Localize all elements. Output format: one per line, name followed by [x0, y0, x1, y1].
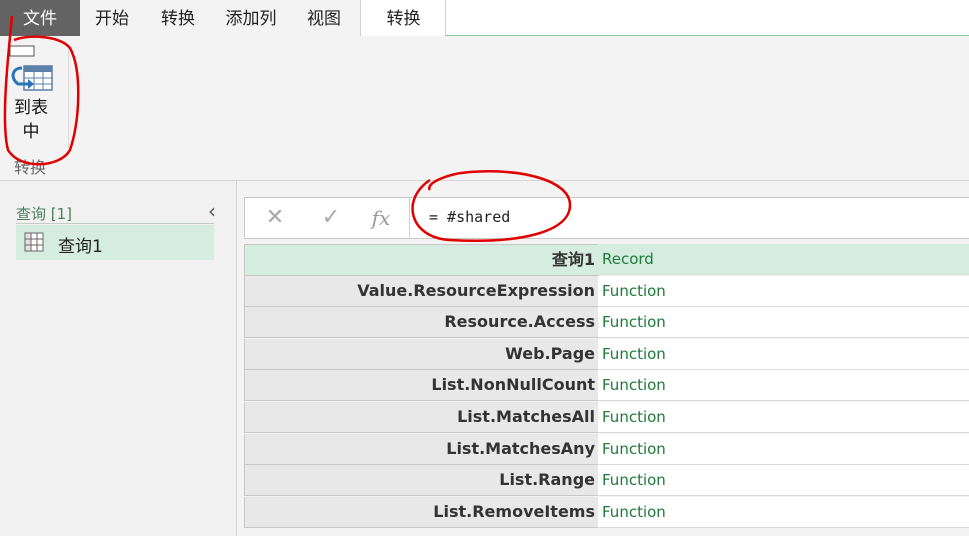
- tab-transform[interactable]: 转换: [148, 0, 208, 36]
- query-item-label: 查询1: [58, 237, 103, 257]
- tab-transform-active[interactable]: 转换: [360, 0, 447, 38]
- to-table-icon: [9, 45, 53, 91]
- table-row: Resource.Access Function: [244, 307, 969, 339]
- to-table-label-line1: 到表: [14, 98, 48, 118]
- table-row: List.RemoveItems Function: [244, 496, 969, 529]
- record-grid: 查询1 Record Value.ResourceExpression Func…: [244, 244, 969, 528]
- row-name[interactable]: List.RemoveItems: [244, 496, 599, 528]
- tab-file[interactable]: 文件: [0, 0, 80, 36]
- tab-view[interactable]: 视图: [296, 0, 352, 36]
- tab-strip-fill: [445, 0, 969, 36]
- row-name[interactable]: Web.Page: [244, 338, 599, 370]
- fx-icon[interactable]: fx: [361, 198, 401, 238]
- ribbon-tabbar: 文件 开始 转换 添加列 视图 转换: [0, 0, 969, 38]
- tab-add-column[interactable]: 添加列: [215, 0, 287, 36]
- record-header-value[interactable]: Record: [598, 244, 969, 275]
- commit-check-icon[interactable]: ✓: [311, 198, 351, 238]
- to-table-label-line2: 中: [22, 122, 40, 142]
- table-row: List.NonNullCount Function: [244, 370, 969, 402]
- ribbon-group-label: 转换: [14, 158, 47, 177]
- row-name[interactable]: List.MatchesAny: [244, 433, 599, 465]
- row-value-link[interactable]: Function: [598, 401, 969, 433]
- formula-input[interactable]: = #shared: [429, 208, 510, 226]
- ribbon-panel: [0, 36, 969, 181]
- queries-divider: [16, 223, 214, 224]
- to-table-label: 到表 中: [6, 96, 56, 144]
- collapse-pane-icon[interactable]: ‹: [208, 199, 216, 223]
- row-value-link[interactable]: Function: [598, 338, 969, 370]
- row-value-link[interactable]: Function: [598, 496, 969, 528]
- table-header-row: 查询1 Record: [244, 244, 969, 276]
- row-value-link[interactable]: Function: [598, 465, 969, 497]
- tab-home[interactable]: 开始: [86, 0, 138, 36]
- table-row: List.MatchesAll Function: [244, 401, 969, 434]
- row-name[interactable]: Value.ResourceExpression: [244, 275, 599, 307]
- row-name[interactable]: List.Range: [244, 465, 599, 497]
- table-icon: [24, 232, 44, 252]
- to-table-button[interactable]: 到表 中: [6, 44, 62, 148]
- row-value-link[interactable]: Function: [598, 275, 969, 307]
- row-value-link[interactable]: Function: [598, 307, 969, 339]
- row-value-link[interactable]: Function: [598, 370, 969, 402]
- query-item[interactable]: 查询1: [16, 225, 214, 260]
- row-name[interactable]: List.MatchesAll: [244, 401, 599, 433]
- queries-pane: 查询 [1] ‹ 查询1: [0, 181, 237, 536]
- table-row: List.Range Function: [244, 465, 969, 497]
- row-name[interactable]: List.NonNullCount: [244, 370, 599, 402]
- formula-bar: ✕ ✓ fx = #shared: [244, 197, 969, 239]
- table-row: Value.ResourceExpression Function: [244, 275, 969, 308]
- ribbon-group-divider: [68, 44, 69, 148]
- queries-header: 查询 [1]: [16, 205, 73, 223]
- row-value-link[interactable]: Function: [598, 433, 969, 465]
- row-name[interactable]: Resource.Access: [244, 307, 599, 339]
- record-header-name[interactable]: 查询1: [244, 244, 599, 276]
- formula-bar-divider: [409, 198, 410, 238]
- table-row: Web.Page Function: [244, 338, 969, 371]
- cancel-icon[interactable]: ✕: [255, 198, 295, 238]
- table-row: List.MatchesAny Function: [244, 433, 969, 466]
